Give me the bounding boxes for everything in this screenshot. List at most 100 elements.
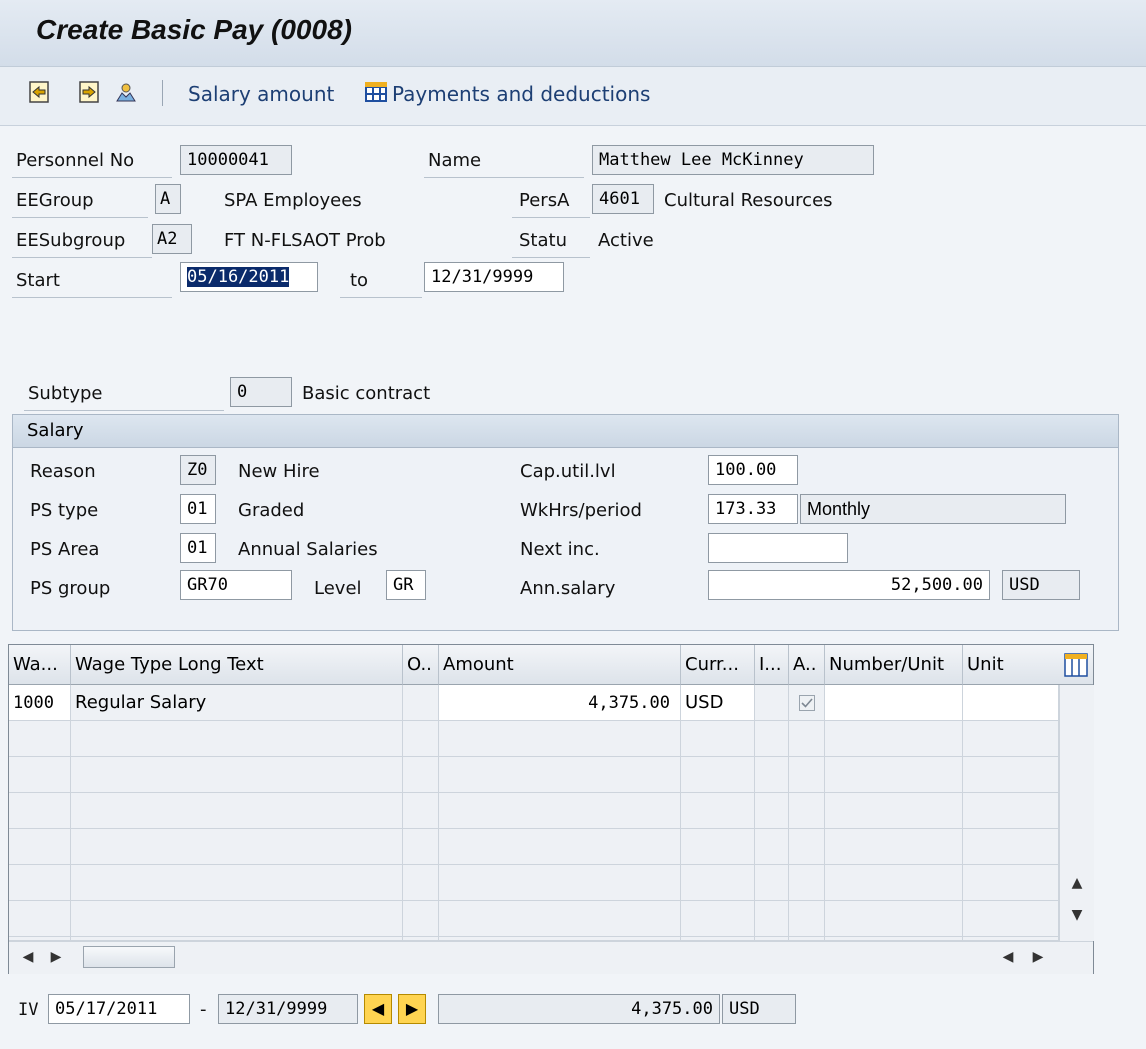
empty-cell[interactable]: [403, 793, 439, 829]
empty-cell[interactable]: [71, 901, 403, 937]
level-field[interactable]: GR: [386, 570, 426, 600]
table-settings-button[interactable]: [1059, 645, 1093, 685]
col-header-unit[interactable]: Unit: [963, 645, 1059, 685]
empty-cell[interactable]: [9, 757, 71, 793]
empty-cell[interactable]: [71, 829, 403, 865]
start-date-field[interactable]: 05/16/2011: [180, 262, 318, 292]
empty-cell[interactable]: [681, 757, 755, 793]
next-record-icon[interactable]: [78, 80, 102, 104]
empty-cell[interactable]: [9, 865, 71, 901]
cell-operation[interactable]: [403, 685, 439, 721]
empty-cell[interactable]: [755, 757, 789, 793]
col-header-long-text[interactable]: Wage Type Long Text: [71, 645, 403, 685]
pstype-field[interactable]: 01: [180, 494, 216, 524]
scroll-right-icon[interactable]: ▶: [49, 949, 63, 965]
empty-cell[interactable]: [681, 793, 755, 829]
empty-cell[interactable]: [789, 901, 825, 937]
horizontal-scrollbar[interactable]: ◀ ▶ ◀ ▶: [9, 941, 1093, 974]
empty-cell[interactable]: [825, 865, 963, 901]
empty-cell[interactable]: [9, 721, 71, 757]
empty-cell[interactable]: [439, 793, 681, 829]
empty-cell[interactable]: [963, 829, 1059, 865]
vertical-scrollbar[interactable]: ▲ ▼: [1059, 685, 1094, 941]
wkhrs-field[interactable]: 173.33: [708, 494, 798, 524]
empty-cell[interactable]: [789, 865, 825, 901]
empty-cell[interactable]: [439, 829, 681, 865]
scroll-down-icon[interactable]: ▼: [1060, 907, 1094, 923]
col-header-number-unit[interactable]: Number/Unit: [825, 645, 963, 685]
caputil-field[interactable]: 100.00: [708, 455, 798, 485]
empty-cell[interactable]: [789, 829, 825, 865]
col-header-assign[interactable]: A..: [789, 645, 825, 685]
person-overview-icon[interactable]: [114, 80, 138, 104]
cell-assign[interactable]: [789, 685, 825, 721]
cell-unit[interactable]: [963, 685, 1059, 721]
iv-from-field[interactable]: 05/17/2011: [48, 994, 190, 1024]
next-period-button[interactable]: ▶: [398, 994, 426, 1024]
empty-cell[interactable]: [963, 865, 1059, 901]
table-grid-icon[interactable]: [364, 80, 388, 104]
empty-cell[interactable]: [825, 829, 963, 865]
cell-amount[interactable]: 4,375.00: [439, 685, 681, 721]
eesubgroup-field[interactable]: A2: [152, 224, 192, 254]
scroll-right-right-icon[interactable]: ▶: [1031, 949, 1045, 965]
empty-cell[interactable]: [825, 721, 963, 757]
empty-cell[interactable]: [681, 721, 755, 757]
empty-cell[interactable]: [71, 865, 403, 901]
empty-cell[interactable]: [439, 757, 681, 793]
col-header-currency[interactable]: Curr...: [681, 645, 755, 685]
previous-period-button[interactable]: ◀: [364, 994, 392, 1024]
empty-cell[interactable]: [963, 757, 1059, 793]
col-header-indirect[interactable]: I...: [755, 645, 789, 685]
cell-number-unit[interactable]: [825, 685, 963, 721]
empty-cell[interactable]: [755, 721, 789, 757]
name-field[interactable]: Matthew Lee McKinney: [592, 145, 874, 175]
scroll-up-icon[interactable]: ▲: [1060, 875, 1094, 891]
empty-cell[interactable]: [439, 901, 681, 937]
empty-cell[interactable]: [825, 757, 963, 793]
scroll-left-right-icon[interactable]: ◀: [1001, 949, 1015, 965]
col-header-amount[interactable]: Amount: [439, 645, 681, 685]
annsalary-field[interactable]: 52,500.00: [708, 570, 990, 600]
empty-cell[interactable]: [439, 721, 681, 757]
empty-cell[interactable]: [789, 793, 825, 829]
cell-currency[interactable]: USD: [681, 685, 755, 721]
empty-cell[interactable]: [755, 793, 789, 829]
scroll-thumb[interactable]: [83, 946, 175, 968]
empty-cell[interactable]: [403, 721, 439, 757]
empty-cell[interactable]: [681, 901, 755, 937]
end-date-field[interactable]: 12/31/9999: [424, 262, 564, 292]
empty-cell[interactable]: [681, 865, 755, 901]
empty-cell[interactable]: [439, 865, 681, 901]
empty-cell[interactable]: [789, 757, 825, 793]
personnel-no-field[interactable]: 10000041: [180, 145, 292, 175]
empty-cell[interactable]: [71, 793, 403, 829]
empty-cell[interactable]: [755, 901, 789, 937]
eegroup-field[interactable]: A: [155, 184, 181, 214]
empty-cell[interactable]: [9, 829, 71, 865]
subtype-field[interactable]: 0: [230, 377, 292, 407]
col-header-wage-type[interactable]: Wa...: [9, 645, 71, 685]
empty-cell[interactable]: [403, 865, 439, 901]
cell-wage-type[interactable]: 1000: [9, 685, 71, 721]
previous-record-icon[interactable]: [28, 80, 52, 104]
empty-cell[interactable]: [71, 721, 403, 757]
salary-amount-button[interactable]: Salary amount: [188, 82, 334, 106]
empty-cell[interactable]: [9, 793, 71, 829]
empty-cell[interactable]: [755, 829, 789, 865]
psarea-field[interactable]: 01: [180, 533, 216, 563]
empty-cell[interactable]: [403, 901, 439, 937]
empty-cell[interactable]: [789, 721, 825, 757]
persa-field[interactable]: 4601: [592, 184, 654, 214]
reason-field[interactable]: Z0: [180, 455, 216, 485]
payments-deductions-button[interactable]: Payments and deductions: [392, 82, 650, 106]
empty-cell[interactable]: [825, 901, 963, 937]
empty-cell[interactable]: [681, 829, 755, 865]
empty-cell[interactable]: [71, 757, 403, 793]
empty-cell[interactable]: [403, 829, 439, 865]
empty-cell[interactable]: [9, 901, 71, 937]
empty-cell[interactable]: [963, 721, 1059, 757]
empty-cell[interactable]: [403, 757, 439, 793]
empty-cell[interactable]: [825, 793, 963, 829]
empty-cell[interactable]: [963, 901, 1059, 937]
